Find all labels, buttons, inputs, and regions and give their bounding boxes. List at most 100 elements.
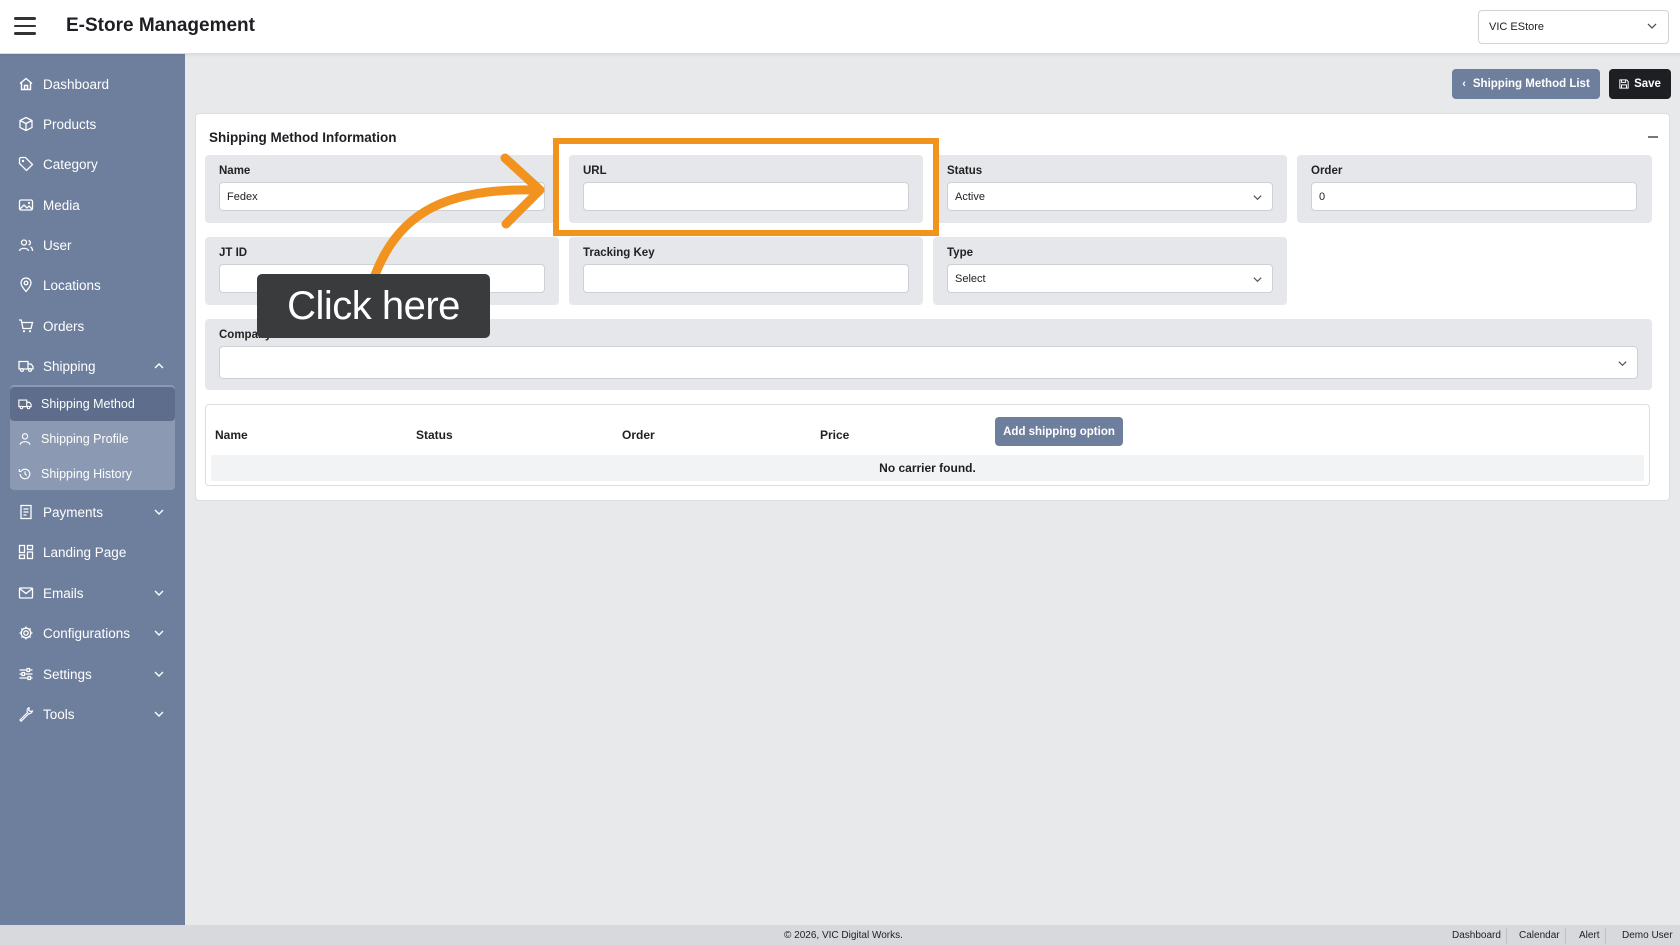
order-label: Order bbox=[1311, 165, 1343, 177]
sidebar-item-label: Settings bbox=[43, 666, 92, 682]
sidebar-item-shipping-history[interactable]: Shipping History bbox=[10, 457, 175, 491]
collapse-icon[interactable] bbox=[1648, 136, 1658, 138]
box-icon bbox=[19, 116, 33, 132]
shipping-method-list-label: Shipping Method List bbox=[1472, 78, 1590, 90]
floppy-disk-icon bbox=[1619, 79, 1629, 89]
chevron-down-icon bbox=[154, 711, 164, 717]
sidebar-item-label: Products bbox=[43, 116, 97, 132]
sidebar: Dashboard Products Category Media User L… bbox=[0, 54, 185, 925]
shipping-options-table: Name Status Order Price Add shipping opt… bbox=[205, 404, 1650, 486]
sidebar-item-label: Dashboard bbox=[43, 76, 110, 92]
store-selector-value: VIC EStore bbox=[1489, 21, 1545, 33]
tracking-key-field-group: Tracking Key bbox=[569, 237, 923, 305]
sidebar-item-dashboard[interactable]: Dashboard bbox=[10, 67, 175, 101]
type-select-value: Select bbox=[955, 273, 986, 285]
app-title: E-Store Management bbox=[66, 15, 255, 36]
home-icon bbox=[19, 77, 33, 91]
status-select-value: Active bbox=[955, 191, 985, 203]
wrench-icon bbox=[19, 707, 34, 722]
store-selector[interactable]: VIC EStore bbox=[1478, 10, 1669, 44]
column-header-price: Price bbox=[820, 428, 850, 442]
history-icon bbox=[18, 468, 31, 480]
sidebar-item-category[interactable]: Category bbox=[10, 147, 175, 181]
save-label: Save bbox=[1634, 78, 1661, 90]
sidebar-item-label: Configurations bbox=[43, 625, 131, 641]
chevron-up-icon bbox=[154, 363, 164, 369]
url-highlight-box bbox=[553, 138, 939, 236]
footer-link-demo-user[interactable]: Demo User bbox=[1617, 928, 1678, 944]
chevron-down-icon bbox=[154, 590, 164, 596]
status-label: Status bbox=[947, 165, 983, 177]
status-field-group: Status Active bbox=[933, 155, 1287, 223]
type-label: Type bbox=[947, 247, 973, 259]
image-icon bbox=[18, 199, 34, 211]
column-header-name: Name bbox=[215, 428, 248, 442]
sidebar-item-orders[interactable]: Orders bbox=[10, 309, 175, 343]
sidebar-item-label: Shipping Profile bbox=[41, 432, 129, 446]
top-header: E-Store Management VIC EStore bbox=[0, 0, 1680, 54]
sidebar-item-label: Orders bbox=[43, 318, 85, 334]
user-icon bbox=[19, 433, 31, 445]
chevron-down-icon bbox=[1253, 277, 1262, 283]
column-header-status: Status bbox=[416, 428, 453, 442]
footer-link-dashboard[interactable]: Dashboard bbox=[1447, 928, 1507, 944]
sidebar-item-shipping[interactable]: Shipping bbox=[10, 349, 175, 383]
mail-icon bbox=[18, 587, 34, 599]
footer-link-calendar[interactable]: Calendar bbox=[1514, 928, 1566, 944]
sidebar-item-label: Locations bbox=[43, 277, 101, 293]
add-shipping-option-button[interactable]: Add shipping option bbox=[995, 417, 1123, 446]
footer-link-alert[interactable]: Alert bbox=[1574, 928, 1606, 944]
layout-icon bbox=[18, 544, 34, 560]
sidebar-item-label: Shipping bbox=[43, 358, 96, 374]
save-button[interactable]: Save bbox=[1609, 69, 1671, 99]
chevron-down-icon bbox=[154, 630, 164, 636]
receipt-icon bbox=[20, 504, 32, 520]
shipping-method-list-button[interactable]: ‹ Shipping Method List bbox=[1452, 69, 1600, 99]
sidebar-item-user[interactable]: User bbox=[10, 228, 175, 262]
sliders-icon bbox=[19, 667, 33, 681]
company-select[interactable] bbox=[219, 346, 1638, 379]
sidebar-item-payments[interactable]: Payments bbox=[10, 495, 175, 529]
truck-icon bbox=[18, 399, 32, 410]
sidebar-item-settings[interactable]: Settings bbox=[10, 657, 175, 691]
type-select[interactable]: Select bbox=[947, 264, 1273, 293]
chevron-down-icon bbox=[1647, 23, 1657, 29]
sidebar-item-label: Shipping History bbox=[41, 467, 133, 481]
sidebar-item-shipping-method[interactable]: Shipping Method bbox=[10, 387, 175, 421]
sidebar-item-locations[interactable]: Locations bbox=[10, 268, 175, 302]
copyright-text: © 2026, VIC Digital Works. bbox=[784, 930, 903, 941]
tracking-key-label: Tracking Key bbox=[583, 247, 655, 259]
sidebar-item-label: Tools bbox=[43, 706, 75, 722]
shipping-submenu: Shipping Method Shipping Profile Shippin… bbox=[10, 385, 175, 490]
sidebar-item-landing-page[interactable]: Landing Page bbox=[10, 535, 175, 569]
name-label: Name bbox=[219, 165, 251, 177]
tracking-key-input[interactable] bbox=[583, 264, 909, 293]
chevron-left-icon: ‹ bbox=[1462, 78, 1466, 90]
users-icon bbox=[18, 239, 34, 252]
type-field-group: Type Select bbox=[933, 237, 1287, 305]
truck-icon bbox=[18, 360, 34, 373]
column-header-order: Order bbox=[622, 428, 655, 442]
sidebar-item-label: Emails bbox=[43, 585, 84, 601]
order-field-group: Order 0 bbox=[1297, 155, 1652, 223]
sidebar-item-shipping-profile[interactable]: Shipping Profile bbox=[10, 422, 175, 456]
sidebar-item-label: User bbox=[43, 237, 72, 253]
curved-arrow-icon bbox=[370, 153, 545, 280]
status-select[interactable]: Active bbox=[947, 182, 1273, 211]
sidebar-item-configurations[interactable]: Configurations bbox=[10, 616, 175, 650]
cart-icon bbox=[19, 319, 34, 333]
menu-toggle-icon[interactable] bbox=[14, 17, 36, 35]
card-title: Shipping Method Information bbox=[209, 130, 397, 145]
chevron-down-icon bbox=[1618, 361, 1627, 367]
map-pin-icon bbox=[20, 277, 32, 293]
chevron-down-icon bbox=[1253, 195, 1262, 201]
sidebar-item-emails[interactable]: Emails bbox=[10, 576, 175, 610]
order-input[interactable]: 0 bbox=[1311, 182, 1637, 211]
tag-icon bbox=[18, 156, 34, 172]
footer: © 2026, VIC Digital Works. Dashboard Cal… bbox=[0, 925, 1680, 945]
sidebar-item-products[interactable]: Products bbox=[10, 107, 175, 141]
gear-icon bbox=[19, 626, 33, 640]
click-here-callout: Click here bbox=[257, 274, 490, 338]
sidebar-item-media[interactable]: Media bbox=[10, 188, 175, 222]
sidebar-item-tools[interactable]: Tools bbox=[10, 697, 175, 731]
